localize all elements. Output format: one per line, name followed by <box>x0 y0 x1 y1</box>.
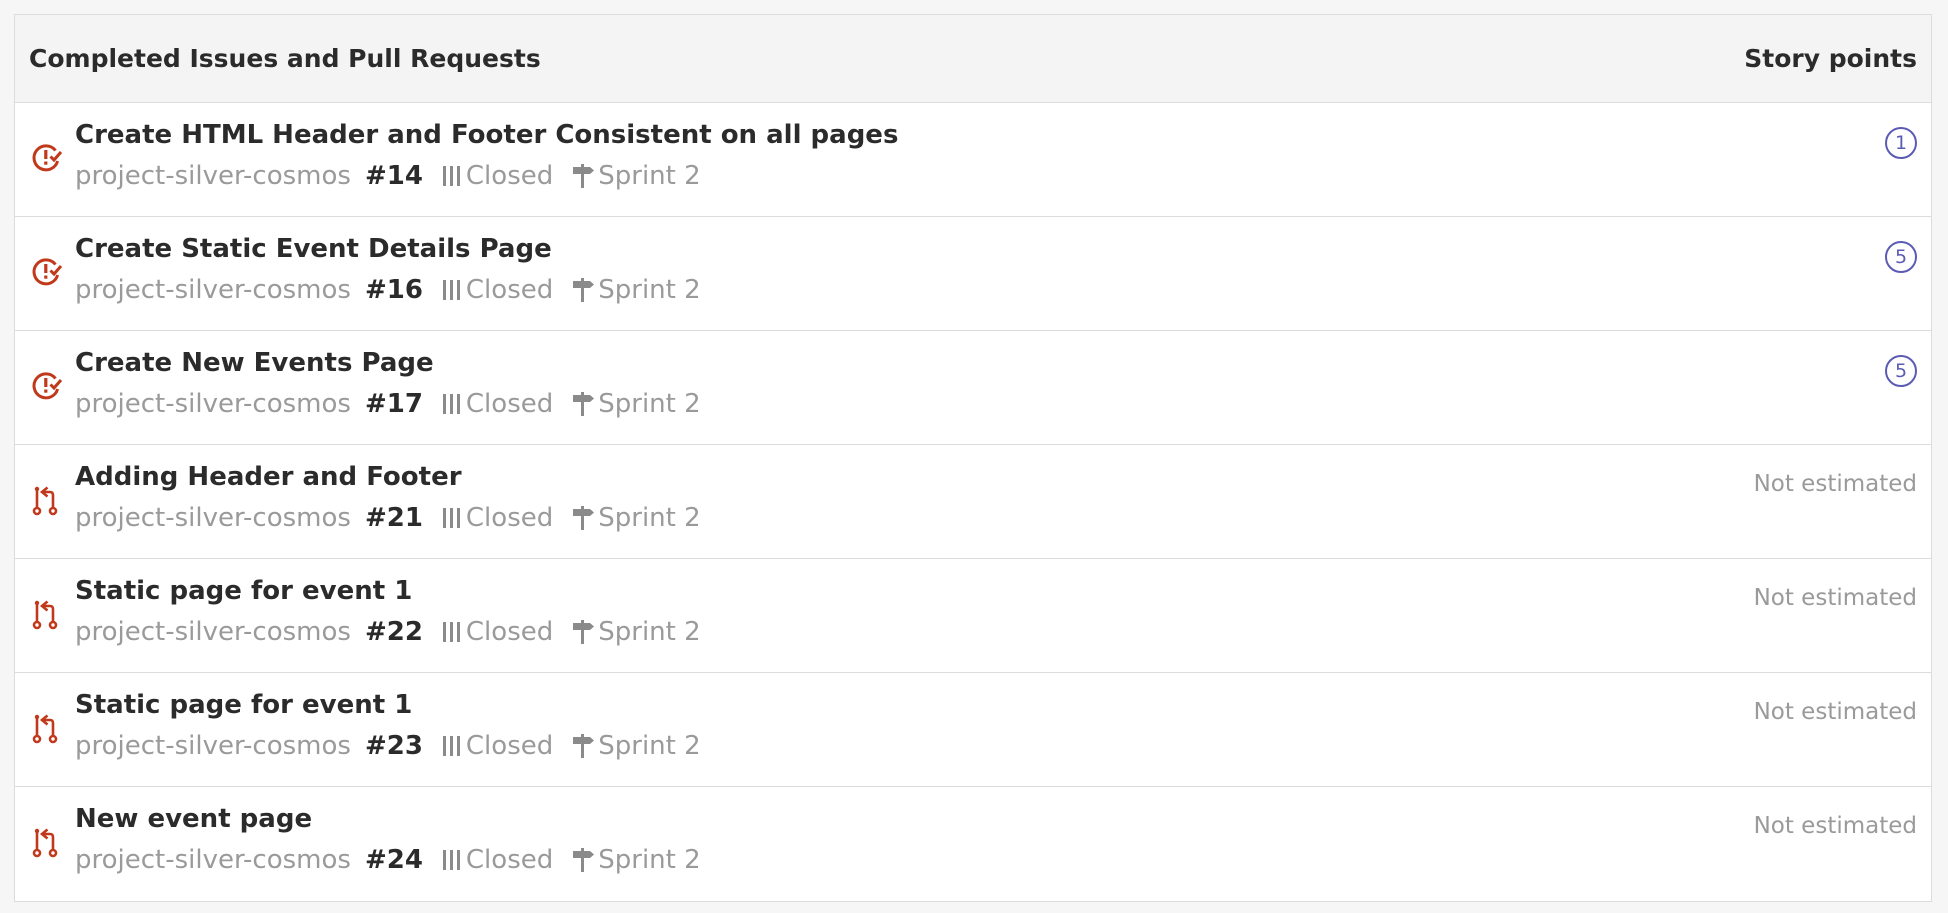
item-status: Closed <box>465 731 554 761</box>
item-title[interactable]: Create Static Event Details Page <box>75 234 552 264</box>
list-item-21[interactable]: Adding Header and Footer project-silver-… <box>15 445 1931 559</box>
pull-request-icon <box>29 825 63 859</box>
item-title[interactable]: New event page <box>75 804 312 834</box>
story-points-badge: 5 <box>1885 241 1917 273</box>
list-item-24[interactable]: New event page project-silver-cosmos #24… <box>15 787 1931 901</box>
item-status: Closed <box>465 161 554 191</box>
item-meta: project-silver-cosmos #23 Closed Sprint … <box>75 731 701 761</box>
item-meta: project-silver-cosmos #14 Closed Sprint … <box>75 161 701 191</box>
item-title[interactable]: Create New Events Page <box>75 348 434 378</box>
pipeline-icon <box>441 391 463 417</box>
milestone-icon <box>571 846 595 874</box>
item-title[interactable]: Static page for event 1 <box>75 576 412 606</box>
list-item-22[interactable]: Static page for event 1 project-silver-c… <box>15 559 1931 673</box>
item-sprint[interactable]: Sprint 2 <box>598 845 700 875</box>
item-meta: project-silver-cosmos #16 Closed Sprint … <box>75 275 701 305</box>
story-points-badge: 5 <box>1885 355 1917 387</box>
item-status: Closed <box>465 845 554 875</box>
milestone-icon <box>571 732 595 760</box>
item-meta: project-silver-cosmos #17 Closed Sprint … <box>75 389 701 419</box>
milestone-icon <box>571 162 595 190</box>
story-points-not-estimated: Not estimated <box>1753 585 1917 611</box>
story-points-not-estimated: Not estimated <box>1753 471 1917 497</box>
item-number[interactable]: #16 <box>365 275 423 305</box>
pipeline-icon <box>441 619 463 645</box>
panel-title: Completed Issues and Pull Requests <box>29 44 541 73</box>
pull-request-icon <box>29 483 63 517</box>
list-item-16[interactable]: Create Static Event Details Page project… <box>15 217 1931 331</box>
milestone-icon <box>571 390 595 418</box>
item-number[interactable]: #23 <box>365 731 423 761</box>
milestone-icon <box>571 504 595 532</box>
pull-request-icon <box>29 597 63 631</box>
item-repo[interactable]: project-silver-cosmos <box>75 161 351 191</box>
item-number[interactable]: #14 <box>365 161 423 191</box>
item-status: Closed <box>465 503 554 533</box>
item-number[interactable]: #24 <box>365 845 423 875</box>
item-repo[interactable]: project-silver-cosmos <box>75 617 351 647</box>
pipeline-icon <box>441 163 463 189</box>
milestone-icon <box>571 276 595 304</box>
pipeline-icon <box>441 505 463 531</box>
item-title[interactable]: Adding Header and Footer <box>75 462 462 492</box>
item-meta: project-silver-cosmos #24 Closed Sprint … <box>75 845 701 875</box>
issue-closed-icon <box>29 255 63 289</box>
item-repo[interactable]: project-silver-cosmos <box>75 731 351 761</box>
item-status: Closed <box>465 389 554 419</box>
item-sprint[interactable]: Sprint 2 <box>598 731 700 761</box>
item-sprint[interactable]: Sprint 2 <box>598 617 700 647</box>
story-points-badge: 1 <box>1885 127 1917 159</box>
pipeline-icon <box>441 733 463 759</box>
issue-closed-icon <box>29 369 63 403</box>
item-repo[interactable]: project-silver-cosmos <box>75 275 351 305</box>
pipeline-icon <box>441 277 463 303</box>
item-status: Closed <box>465 617 554 647</box>
item-meta: project-silver-cosmos #22 Closed Sprint … <box>75 617 701 647</box>
item-repo[interactable]: project-silver-cosmos <box>75 845 351 875</box>
story-points-not-estimated: Not estimated <box>1753 699 1917 725</box>
issue-closed-icon <box>29 141 63 175</box>
item-repo[interactable]: project-silver-cosmos <box>75 503 351 533</box>
item-sprint[interactable]: Sprint 2 <box>598 503 700 533</box>
item-repo[interactable]: project-silver-cosmos <box>75 389 351 419</box>
item-number[interactable]: #21 <box>365 503 423 533</box>
story-points-column-header: Story points <box>1744 44 1917 73</box>
panel-header: Completed Issues and Pull Requests Story… <box>15 15 1931 103</box>
list-item-14[interactable]: Create HTML Header and Footer Consistent… <box>15 103 1931 217</box>
milestone-icon <box>571 618 595 646</box>
item-number[interactable]: #17 <box>365 389 423 419</box>
item-title[interactable]: Create HTML Header and Footer Consistent… <box>75 120 898 150</box>
completed-items-panel: Completed Issues and Pull Requests Story… <box>14 14 1932 902</box>
item-meta: project-silver-cosmos #21 Closed Sprint … <box>75 503 701 533</box>
item-status: Closed <box>465 275 554 305</box>
pull-request-icon <box>29 711 63 745</box>
list-item-17[interactable]: Create New Events Page project-silver-co… <box>15 331 1931 445</box>
items-list: Create HTML Header and Footer Consistent… <box>15 103 1931 901</box>
item-sprint[interactable]: Sprint 2 <box>598 275 700 305</box>
item-number[interactable]: #22 <box>365 617 423 647</box>
item-title[interactable]: Static page for event 1 <box>75 690 412 720</box>
story-points-not-estimated: Not estimated <box>1753 813 1917 839</box>
item-sprint[interactable]: Sprint 2 <box>598 389 700 419</box>
item-sprint[interactable]: Sprint 2 <box>598 161 700 191</box>
pipeline-icon <box>441 847 463 873</box>
list-item-23[interactable]: Static page for event 1 project-silver-c… <box>15 673 1931 787</box>
